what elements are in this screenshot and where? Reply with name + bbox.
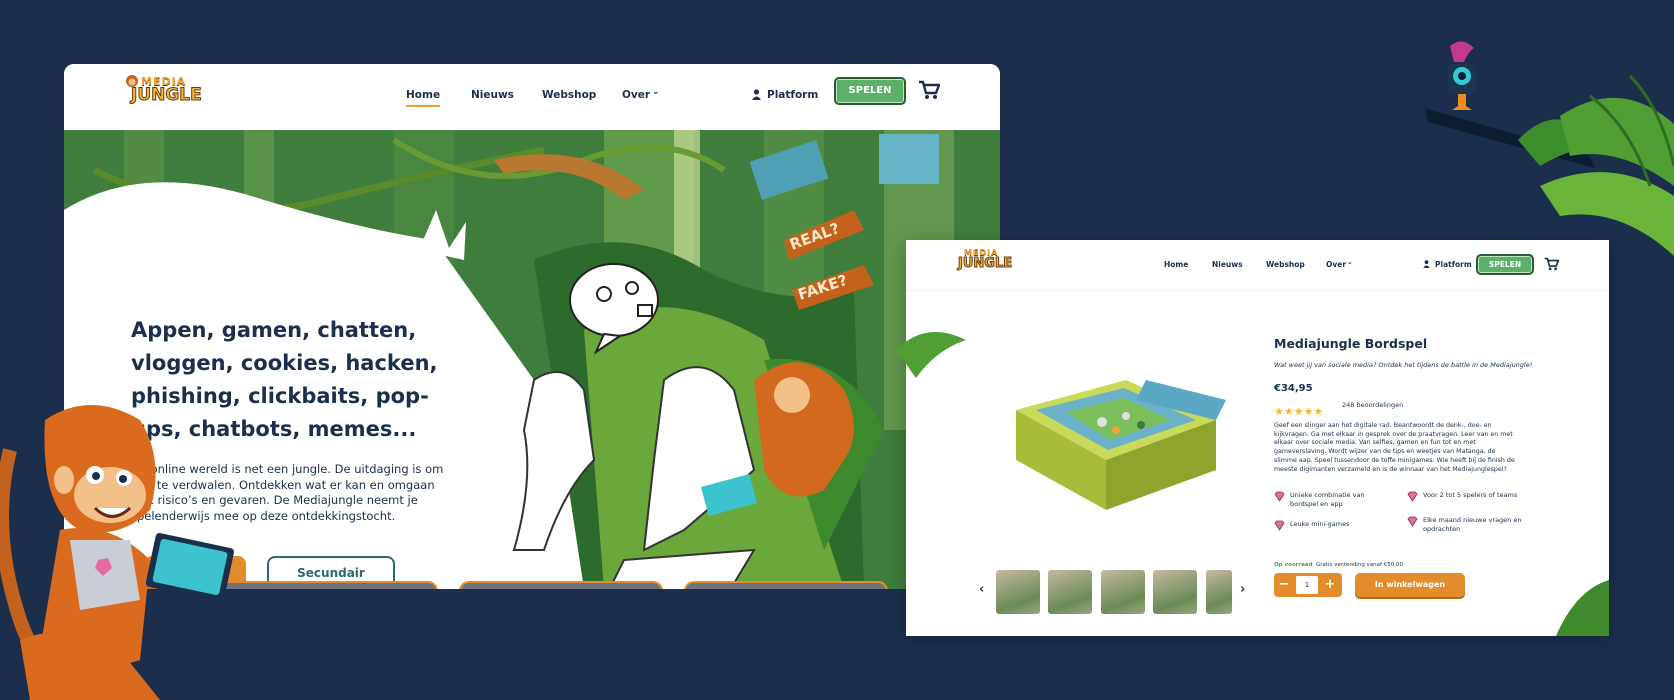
nav-home[interactable]: Home [406, 89, 441, 107]
star-icon: ★ [1283, 405, 1294, 418]
gem-icon [1407, 516, 1418, 527]
nav-webshop[interactable]: Webshop [542, 89, 596, 101]
product-subtitle: Wat weet jij van sociale media? Ontdek h… [1274, 361, 1533, 369]
mediajungle-logo-small[interactable]: MEDIA JUNGLE [957, 249, 1013, 271]
thumbnail-5[interactable] [1206, 570, 1232, 614]
star-icon: ★ [1303, 405, 1314, 418]
product-price: €34,95 [1274, 383, 1313, 394]
user-icon [752, 89, 761, 100]
chevron-down-icon[interactable]: ⌄ [652, 87, 660, 97]
thumbnail-1[interactable] [996, 570, 1040, 614]
feature-4: Elke maand nieuwe vragen en opdrachten [1423, 516, 1522, 533]
card-preview-3[interactable] [684, 581, 888, 589]
monkey-head-icon [126, 75, 138, 87]
add-to-cart-button[interactable]: In winkelwagen [1355, 573, 1465, 597]
chevron-left-icon[interactable]: ‹ [979, 582, 984, 597]
webshop-product-window: MEDIA JUNGLE Home Nieuws Webshop Over ⌄ … [906, 240, 1609, 636]
in-stock-label: Op voorraad [1274, 562, 1313, 568]
thumbnail-2[interactable] [1048, 570, 1092, 614]
chevron-right-icon[interactable]: › [1240, 582, 1245, 597]
stock-status: Op voorraad Gratis verzending vanaf €50,… [1274, 562, 1403, 568]
quantity-stepper: − 1 + [1274, 573, 1342, 597]
nav-webshop-small[interactable]: Webshop [1266, 260, 1305, 269]
nav-nieuws-small[interactable]: Nieuws [1212, 260, 1243, 269]
star-icon: ★ [1293, 405, 1304, 418]
decrease-quantity-button[interactable]: − [1274, 573, 1294, 597]
play-button[interactable]: SPELEN [834, 77, 906, 105]
logo-line-2: JUNGLE [131, 85, 203, 105]
product-description: Geef een slinger aan het digitale rad. B… [1274, 422, 1515, 473]
user-icon-small [1423, 260, 1430, 268]
leaf-decoration [1556, 580, 1609, 636]
logo-line-2-small: JUNGLE [957, 256, 1013, 271]
webshop-navigation: MEDIA JUNGLE Home Nieuws Webshop Over ⌄ … [906, 240, 1609, 291]
leaf-decoration-center [896, 332, 966, 378]
gem-icon [1274, 491, 1285, 502]
board-game-product-image [1016, 380, 1226, 510]
nav-home-small[interactable]: Home [1164, 260, 1188, 269]
feature-2: Voor 2 tot 5 spelers of teams [1423, 491, 1518, 499]
gem-icon [1407, 491, 1418, 502]
shopping-cart-icon-small[interactable] [1544, 257, 1559, 271]
nav-platform[interactable]: Platform [767, 89, 818, 101]
nav-nieuws[interactable]: Nieuws [471, 89, 514, 101]
gem-icon [1274, 520, 1285, 531]
star-icon: ★ [1313, 405, 1324, 418]
feature-1: Unieke combinatie van bordspel en app [1290, 491, 1365, 508]
feature-3: Leuke mini-games [1290, 520, 1350, 528]
thumbnail-4[interactable] [1153, 570, 1197, 614]
quantity-input[interactable]: 1 [1296, 576, 1318, 594]
star-icon: ★ [1274, 405, 1284, 418]
shipping-info: Gratis verzending vanaf €50,00 [1315, 562, 1403, 568]
increase-quantity-button[interactable]: + [1320, 573, 1340, 597]
star-rating: ★★★★★ [1274, 400, 1323, 419]
top-navigation: MEDIA JUNGLE Home Nieuws Webshop Over ⌄ … [64, 64, 1000, 130]
monkey-mascot-illustration [0, 405, 234, 700]
review-count[interactable]: 248 beoordelingen [1342, 401, 1403, 409]
mediajungle-logo[interactable]: MEDIA JUNGLE [126, 75, 203, 105]
nav-over-small[interactable]: Over [1326, 260, 1346, 269]
presentation-canvas: MEDIA JUNGLE Home Nieuws Webshop Over ⌄ … [0, 0, 1674, 700]
nav-platform-small[interactable]: Platform [1435, 260, 1472, 269]
card-preview-2[interactable] [459, 581, 663, 589]
product-title: Mediajungle Bordspel [1274, 336, 1428, 351]
play-button-small[interactable]: SPELEN [1476, 254, 1534, 275]
nav-over[interactable]: Over [622, 89, 650, 101]
thumbnail-3[interactable] [1101, 570, 1145, 614]
chevron-down-icon-small[interactable]: ⌄ [1347, 258, 1353, 266]
shopping-cart-icon[interactable] [918, 80, 940, 100]
